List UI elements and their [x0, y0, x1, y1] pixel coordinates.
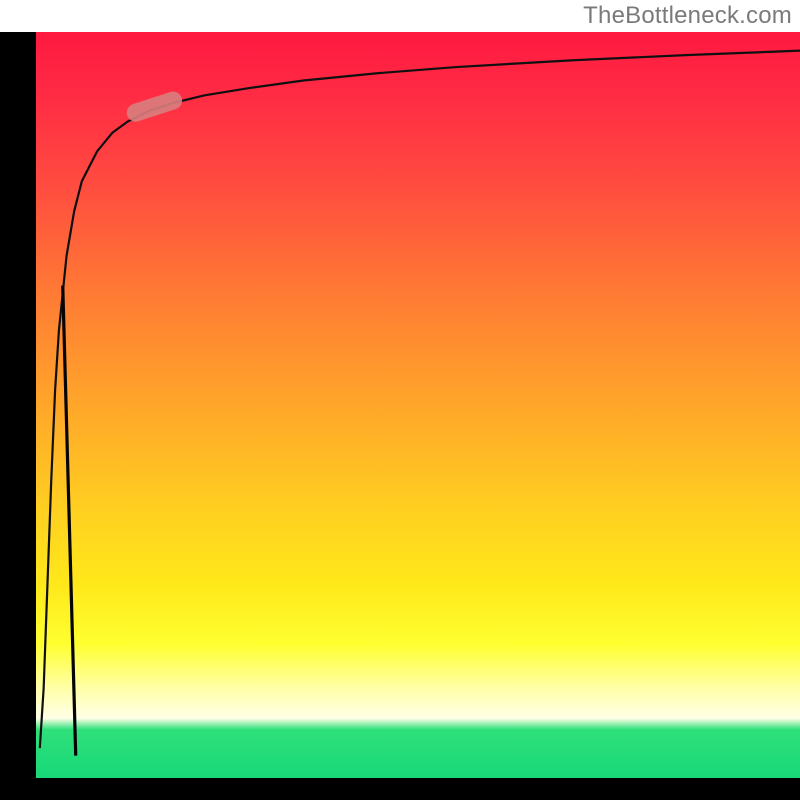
y-axis-band — [0, 32, 36, 800]
bottleneck-curve — [40, 51, 800, 749]
plot-overlay — [36, 32, 800, 778]
needle-spike — [63, 286, 76, 756]
watermark-text: TheBottleneck.com — [583, 2, 792, 30]
highlight-marker — [124, 89, 184, 124]
x-axis-band — [0, 778, 800, 800]
